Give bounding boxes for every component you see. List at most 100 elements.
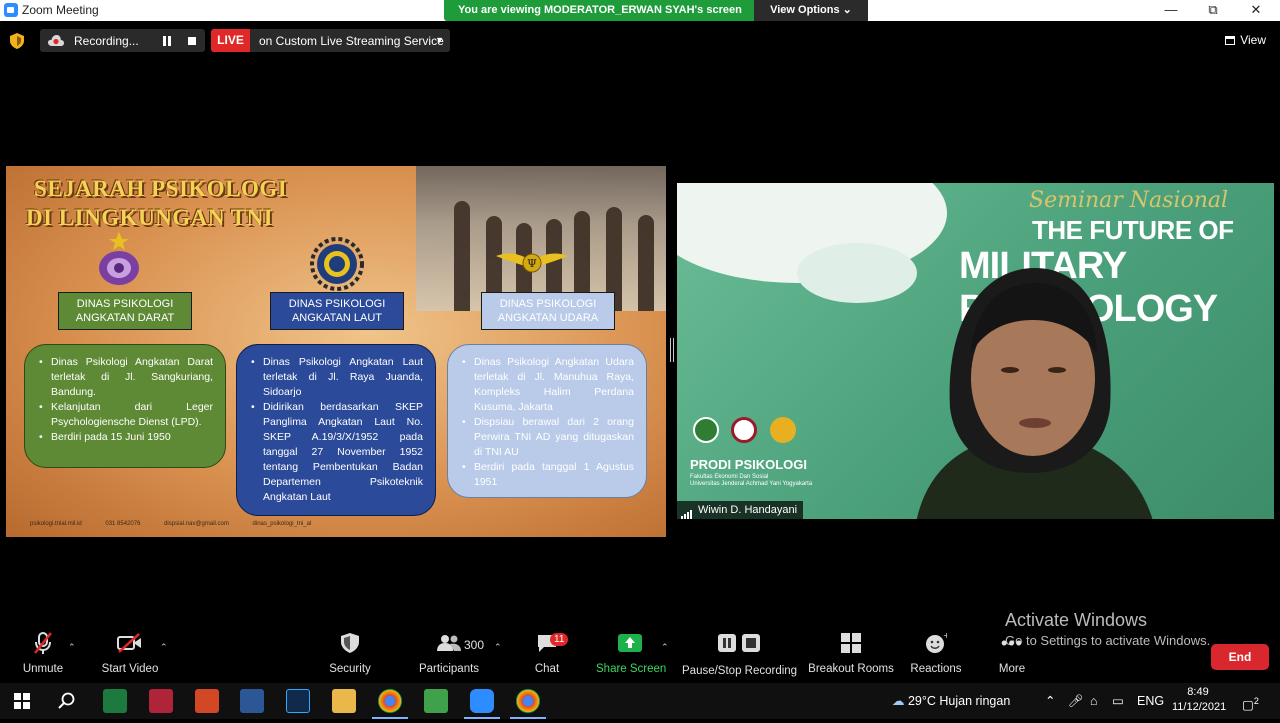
chat-label: Chat bbox=[534, 663, 560, 675]
list-item: Berdiri pada 15 Juni 1950 bbox=[39, 430, 213, 445]
caret-down-icon: ▼ bbox=[435, 35, 444, 45]
slide-title-line1: SEJARAH PSIKOLOGI bbox=[34, 176, 288, 201]
more-dots-icon: ••• bbox=[1001, 632, 1023, 653]
network-icon[interactable]: ⌂ bbox=[1090, 683, 1098, 719]
microphone-icon[interactable]: 🎤︎ bbox=[1068, 683, 1084, 719]
participants-count: 300 bbox=[464, 638, 485, 652]
weather-text: 29°C Hujan ringan bbox=[907, 694, 1011, 708]
pause-stop-recording-button[interactable]: Pause/Stop Recording bbox=[682, 630, 797, 677]
list-item: Didirikan berdasarkan SKEP Panglima Angk… bbox=[251, 400, 423, 505]
chrome-icon[interactable] bbox=[372, 689, 408, 719]
word-icon[interactable] bbox=[240, 689, 264, 713]
army-emblem-icon bbox=[99, 232, 139, 285]
prodi-label: PRODI PSIKOLOGI bbox=[690, 457, 808, 472]
label-line: DINAS PSIKOLOGI bbox=[288, 298, 386, 310]
list-item: Dinas Psikologi Angkatan Darat terletak … bbox=[39, 355, 213, 400]
stop-icon[interactable] bbox=[188, 37, 196, 45]
list-item: Dinas Psikologi Angkatan Udara terletak … bbox=[462, 355, 634, 415]
microphone-muted-icon bbox=[34, 632, 52, 654]
pause-stop-recording-icon bbox=[718, 634, 760, 652]
search-icon[interactable] bbox=[58, 692, 76, 710]
slide-footer: psikologi.tnial.mil.id 031 8542076 disps… bbox=[30, 521, 333, 533]
photo-figure bbox=[638, 215, 654, 311]
shared-screen-slide: SEJARAH PSIKOLOGI DI LINGKUNGAN TNI Ψ DI… bbox=[6, 166, 666, 537]
label-angkatan-darat: DINAS PSIKOLOGI ANGKATAN DARAT bbox=[58, 292, 192, 330]
audio-options-caret[interactable]: ⌃ bbox=[68, 642, 76, 653]
clock[interactable]: 8:49 11/12/2021 bbox=[1172, 683, 1226, 719]
end-meeting-button[interactable]: End bbox=[1211, 644, 1269, 670]
file-explorer-icon[interactable] bbox=[332, 689, 356, 713]
notification-count: 2 bbox=[1253, 696, 1259, 706]
photoshop-icon[interactable] bbox=[286, 689, 310, 713]
label-line: DINAS PSIKOLOGI bbox=[499, 298, 597, 310]
start-video-label: Start Video bbox=[101, 663, 159, 675]
chevron-down-icon: ⌄ bbox=[842, 4, 852, 16]
security-button[interactable]: Security bbox=[326, 630, 374, 675]
footer-item: 031 8542076 bbox=[105, 521, 141, 527]
close-button[interactable]: ✕ bbox=[1236, 1, 1276, 19]
list-item: Kelanjutan dari Leger Psychologiensche D… bbox=[39, 400, 213, 430]
viewing-text: You are viewing MODERATOR_ERWAN SYAH's s… bbox=[458, 4, 742, 16]
more-label: More bbox=[998, 663, 1026, 675]
battery-icon[interactable]: ▭ bbox=[1112, 683, 1124, 719]
pause-icon[interactable] bbox=[162, 36, 172, 46]
shield-icon[interactable] bbox=[10, 33, 24, 49]
signal-strength-icon bbox=[681, 502, 693, 519]
video-camera-off-icon bbox=[117, 633, 141, 653]
photo-figure bbox=[454, 201, 470, 311]
unmute-label: Unmute bbox=[22, 663, 64, 675]
windows-start-icon[interactable] bbox=[14, 693, 30, 709]
view-options-button[interactable]: View Options ⌄ bbox=[754, 0, 868, 21]
video-options-caret[interactable]: ⌃ bbox=[160, 642, 168, 653]
view-label: View bbox=[1240, 33, 1266, 47]
excel-icon[interactable] bbox=[103, 689, 127, 713]
svg-text:Ψ: Ψ bbox=[527, 257, 537, 270]
zoom-taskbar-icon[interactable] bbox=[464, 689, 500, 719]
footer-item: dinas_psikologi_tni_al bbox=[252, 521, 312, 527]
language-indicator[interactable]: ENG bbox=[1137, 683, 1164, 719]
faculty-text: Fakultas Ekonomi Dan Sosial Universitas … bbox=[690, 474, 812, 488]
svg-text:+: + bbox=[943, 632, 947, 640]
more-button[interactable]: ••• More bbox=[992, 630, 1032, 676]
share-screen-label: Share Screen bbox=[596, 663, 667, 675]
view-button[interactable]: View bbox=[1225, 33, 1266, 47]
info-box-laut: Dinas Psikologi Angkatan Laut terletak d… bbox=[236, 344, 436, 516]
split-view-handle[interactable] bbox=[670, 338, 674, 362]
list-item: Berdiri pada tanggal 1 Agustus 1951 bbox=[462, 460, 634, 490]
label-angkatan-udara: DINAS PSIKOLOGI ANGKATAN UDARA bbox=[481, 292, 615, 330]
weather-cloud-icon: ☁ bbox=[892, 694, 905, 708]
slide-title-line2: DI LINGKUNGAN TNI bbox=[26, 205, 274, 230]
participants-button[interactable]: Participants bbox=[418, 630, 480, 675]
breakout-rooms-button[interactable]: Breakout Rooms bbox=[808, 630, 894, 675]
security-shield-icon bbox=[341, 633, 359, 653]
reactions-button[interactable]: + Reactions bbox=[908, 630, 964, 675]
live-stream-status[interactable]: LIVE on Custom Live Streaming Service ▼ bbox=[211, 29, 450, 52]
minimize-button[interactable]: — bbox=[1151, 1, 1191, 19]
chat-unread-badge: 11 bbox=[550, 633, 569, 646]
share-screen-button[interactable]: Share Screen bbox=[596, 630, 667, 675]
app-icon[interactable] bbox=[149, 689, 173, 713]
participant-video-tile[interactable]: Seminar Nasional THE FUTURE OF MILITARY … bbox=[677, 183, 1274, 519]
university-logo-icon bbox=[693, 417, 719, 443]
reactions-smiley-icon: + bbox=[926, 632, 947, 653]
participants-options-caret[interactable]: ⌃ bbox=[494, 642, 502, 653]
app-icon[interactable] bbox=[424, 689, 448, 713]
info-box-udara: Dinas Psikologi Angkatan Udara terletak … bbox=[447, 344, 647, 498]
historical-photo bbox=[416, 166, 666, 311]
university-name: Universitas Jenderal Achmad Yani Yogyaka… bbox=[690, 481, 813, 487]
program-logo-icon bbox=[769, 417, 796, 443]
weather-widget[interactable]: ☁ 29°C Hujan ringan bbox=[892, 683, 1010, 719]
list-item: Dinas Psikologi Angkatan Laut terletak d… bbox=[251, 355, 423, 400]
participant-name-tag: Wiwin D. Handayani bbox=[677, 501, 804, 519]
live-stream-label: on Custom Live Streaming Service bbox=[259, 34, 444, 48]
maximize-button[interactable]: ⧉ bbox=[1193, 1, 1233, 19]
start-video-button[interactable]: Start Video bbox=[98, 630, 162, 675]
chrome-icon[interactable] bbox=[510, 689, 546, 719]
info-box-darat: Dinas Psikologi Angkatan Darat terletak … bbox=[24, 344, 226, 468]
powerpoint-icon[interactable] bbox=[195, 689, 219, 713]
faculty-logo-icon bbox=[731, 417, 758, 443]
share-options-caret[interactable]: ⌃ bbox=[661, 642, 669, 653]
show-hidden-icons-button[interactable]: ⌃ bbox=[1045, 683, 1055, 719]
notification-center-button[interactable]: ▢2 bbox=[1242, 683, 1259, 719]
unmute-button[interactable]: Unmute bbox=[18, 630, 68, 675]
